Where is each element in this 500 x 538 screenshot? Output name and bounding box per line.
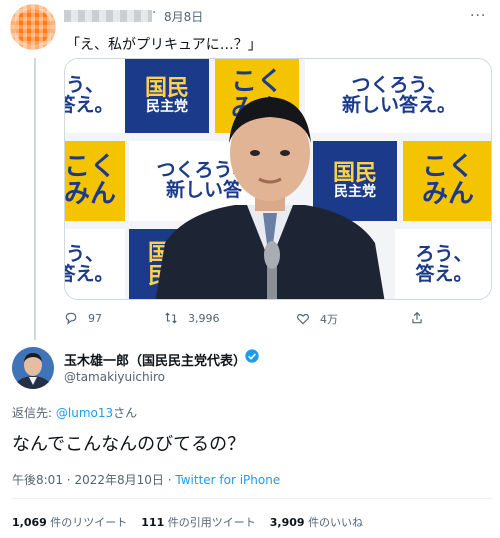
tweet-metadata: 午後8:01 · 2022年8月10日 · Twitter for iPhone [12,471,280,488]
quote-tweets-stat[interactable]: 111 件の引用ツイート [141,514,255,530]
backdrop-tile: こくみん [65,141,125,221]
like-count: 4万 [320,313,338,326]
more-options-icon[interactable]: ··· [470,8,486,24]
author-avatar[interactable] [12,347,54,389]
broadcast-watermark: NHK [453,63,483,76]
retweets-stat[interactable]: 1,069 件のリツイート [12,514,127,530]
tweet-media-image[interactable]: う、答え。 国民民主党 こくみん つくろう、新しい答え。 こくみん つくろう、新… [64,58,492,300]
reply-to-label: 返信先: [12,406,53,420]
author-display-name[interactable]: 玉木雄一郎（国民民主党代表） [64,350,246,369]
blurred-username[interactable] [64,10,152,22]
retweet-button[interactable]: 3,996 [164,311,220,325]
reply-count: 97 [88,311,102,325]
tweet-date[interactable]: 2022年8月10日 [74,473,163,487]
backdrop-tile: う、答え。 [65,59,125,133]
header-separator: · [152,6,157,21]
share-icon [412,311,422,324]
reply-to-mention-link[interactable]: @lumo13 [56,406,113,420]
heart-icon [296,313,310,325]
backdrop-tile: こくみん [403,141,491,221]
divider [12,498,492,499]
meta-separator: · [66,473,71,487]
reply-to-suffix: さん [113,406,138,420]
share-button[interactable] [410,311,424,325]
reply-icon [65,312,77,325]
backdrop-tile: ろう、 答え。 [395,229,491,299]
verified-badge-icon [245,349,259,363]
reply-tweet-text: 「え、私がプリキュアに…？」 [66,37,262,53]
backdrop-tile: う、答え。 [65,229,125,299]
tweet-client-link[interactable]: Twitter for iPhone [175,473,280,487]
author-handle[interactable]: @tamakiyuichiro [64,370,165,384]
meta-separator: · [167,473,172,487]
retweet-count: 3,996 [188,311,220,325]
reply-to-line: 返信先: @lumo13さん [12,404,137,421]
tweet-time[interactable]: 午後8:01 [12,473,63,487]
retweet-icon [165,312,177,324]
tweet-action-bar: 97 3,996 4万 [64,311,492,331]
likes-stat[interactable]: 3,909 件のいいね [270,514,363,530]
blurred-avatar[interactable] [7,1,59,53]
like-button[interactable]: 4万 [296,311,338,327]
avatar-portrait [12,347,54,389]
reply-tweet-date[interactable]: 8月8日 [164,8,203,25]
speaker-figure [155,97,385,299]
main-tweet-text: なんでこんなんのびてるの？ [12,434,246,455]
engagement-stats: 1,069 件のリツイート 111 件の引用ツイート 3,909 件のいいね [12,514,363,530]
thread-connector-line [34,58,36,340]
reply-button[interactable]: 97 [64,311,102,325]
